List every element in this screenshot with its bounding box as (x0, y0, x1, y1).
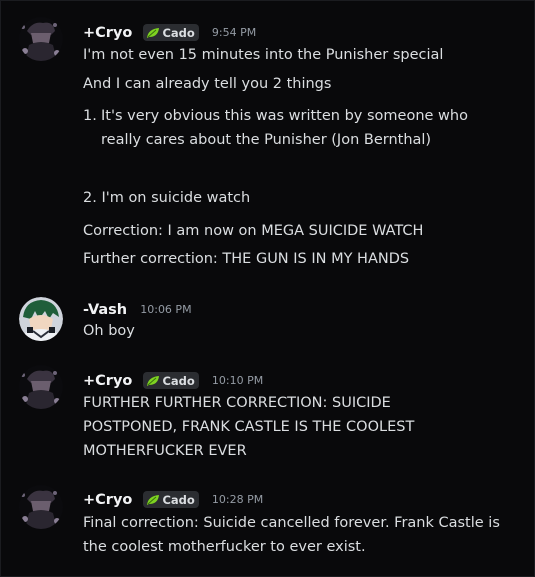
timestamp: 9:54 PM (211, 26, 257, 39)
timestamp: 10:28 PM (211, 493, 264, 506)
timestamp: 10:10 PM (211, 374, 264, 387)
message-text: 2. I'm on suicide watch (83, 190, 251, 206)
leaf-icon (147, 375, 160, 386)
server-tag-label: Cado (162, 26, 195, 40)
message-text: Further correction: THE GUN IS IN MY HAN… (83, 251, 410, 267)
user-avatar-cryo[interactable] (19, 17, 63, 61)
message-text: Correction: I am now on MEGA SUICIDE WAT… (83, 223, 424, 239)
leaf-icon (147, 27, 160, 38)
chat-log: +Cryo Cado 9:54 PM I'm not even 15 minut… (0, 0, 535, 577)
server-tag[interactable]: Cado (143, 491, 199, 508)
user-avatar-cryo[interactable] (19, 365, 63, 409)
server-tag[interactable]: Cado (143, 372, 199, 389)
message-text: Final correction: Suicide cancelled fore… (83, 515, 500, 531)
message-text: MOTHERFUCKER EVER (83, 443, 247, 459)
message-text: FURTHER FURTHER CORRECTION: SUICIDE (83, 395, 391, 411)
server-tag[interactable]: Cado (143, 24, 199, 41)
author-name[interactable]: +Cryo (83, 25, 132, 41)
list-item-text: It's very obvious this was written by so… (101, 108, 468, 124)
user-avatar-cryo[interactable] (19, 485, 63, 529)
message-text: And I can already tell you 2 things (83, 76, 332, 92)
timestamp: 10:06 PM (140, 303, 192, 316)
message-text: the coolest motherfucker to ever exist. (83, 539, 366, 555)
author-name[interactable]: +Cryo (83, 492, 132, 508)
list-number: 1. (83, 108, 97, 124)
server-tag-label: Cado (162, 493, 195, 507)
list-item-text: really cares about the Punisher (Jon Ber… (101, 132, 432, 148)
message-text: I'm not even 15 minutes into the Punishe… (83, 47, 444, 63)
server-tag-label: Cado (162, 374, 195, 388)
leaf-icon (147, 494, 160, 505)
message-text: Oh boy (83, 323, 135, 339)
user-avatar-vash[interactable] (19, 297, 63, 341)
author-name[interactable]: +Cryo (83, 373, 132, 389)
author-name[interactable]: -Vash (83, 302, 127, 318)
message-text: POSTPONED, FRANK CASTLE IS THE COOLEST (83, 419, 415, 435)
